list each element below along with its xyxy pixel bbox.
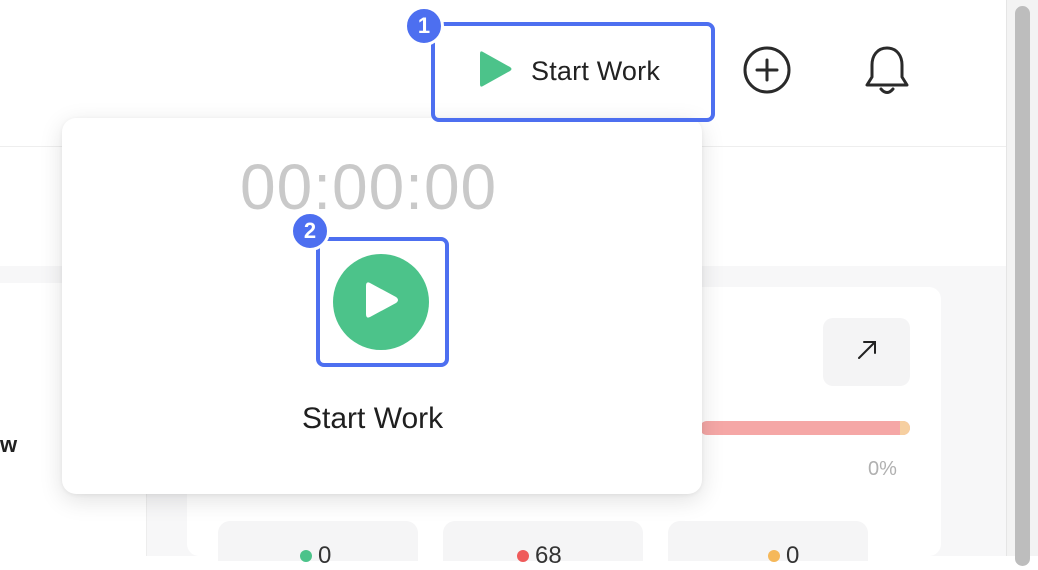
left-card-label: w: [0, 432, 18, 457]
stat-completed: 0: [300, 542, 331, 570]
status-dot: [300, 550, 312, 562]
expand-button[interactable]: [823, 318, 910, 386]
stat-value: 0: [318, 542, 332, 569]
scrollbar-thumb[interactable]: [1015, 6, 1030, 566]
stat-value: 0: [786, 542, 800, 569]
stat-value: 68: [535, 542, 562, 569]
start-work-button[interactable]: Start Work: [433, 24, 711, 118]
status-dot: [768, 550, 780, 562]
start-work-label: Start Work: [531, 55, 661, 86]
bell-icon: [862, 43, 912, 102]
stat-overdue: 68: [517, 542, 562, 570]
step-marker-1: 1: [404, 6, 444, 46]
timer-display: 00:00:00: [240, 151, 498, 223]
notifications-button[interactable]: [860, 45, 914, 99]
stat-pending: 0: [768, 542, 799, 570]
status-dot: [517, 550, 529, 562]
plus-circle-icon: [741, 44, 793, 101]
step-marker-2: 2: [290, 211, 330, 251]
popover-start-work-label: Start Work: [302, 402, 444, 435]
play-icon: [361, 278, 401, 327]
add-button[interactable]: [740, 45, 794, 99]
progress-percent: 0%: [868, 458, 897, 480]
play-icon: [477, 48, 513, 95]
play-button[interactable]: [333, 254, 429, 350]
progress-bar: [700, 421, 910, 435]
arrow-up-right-icon: [853, 336, 881, 369]
